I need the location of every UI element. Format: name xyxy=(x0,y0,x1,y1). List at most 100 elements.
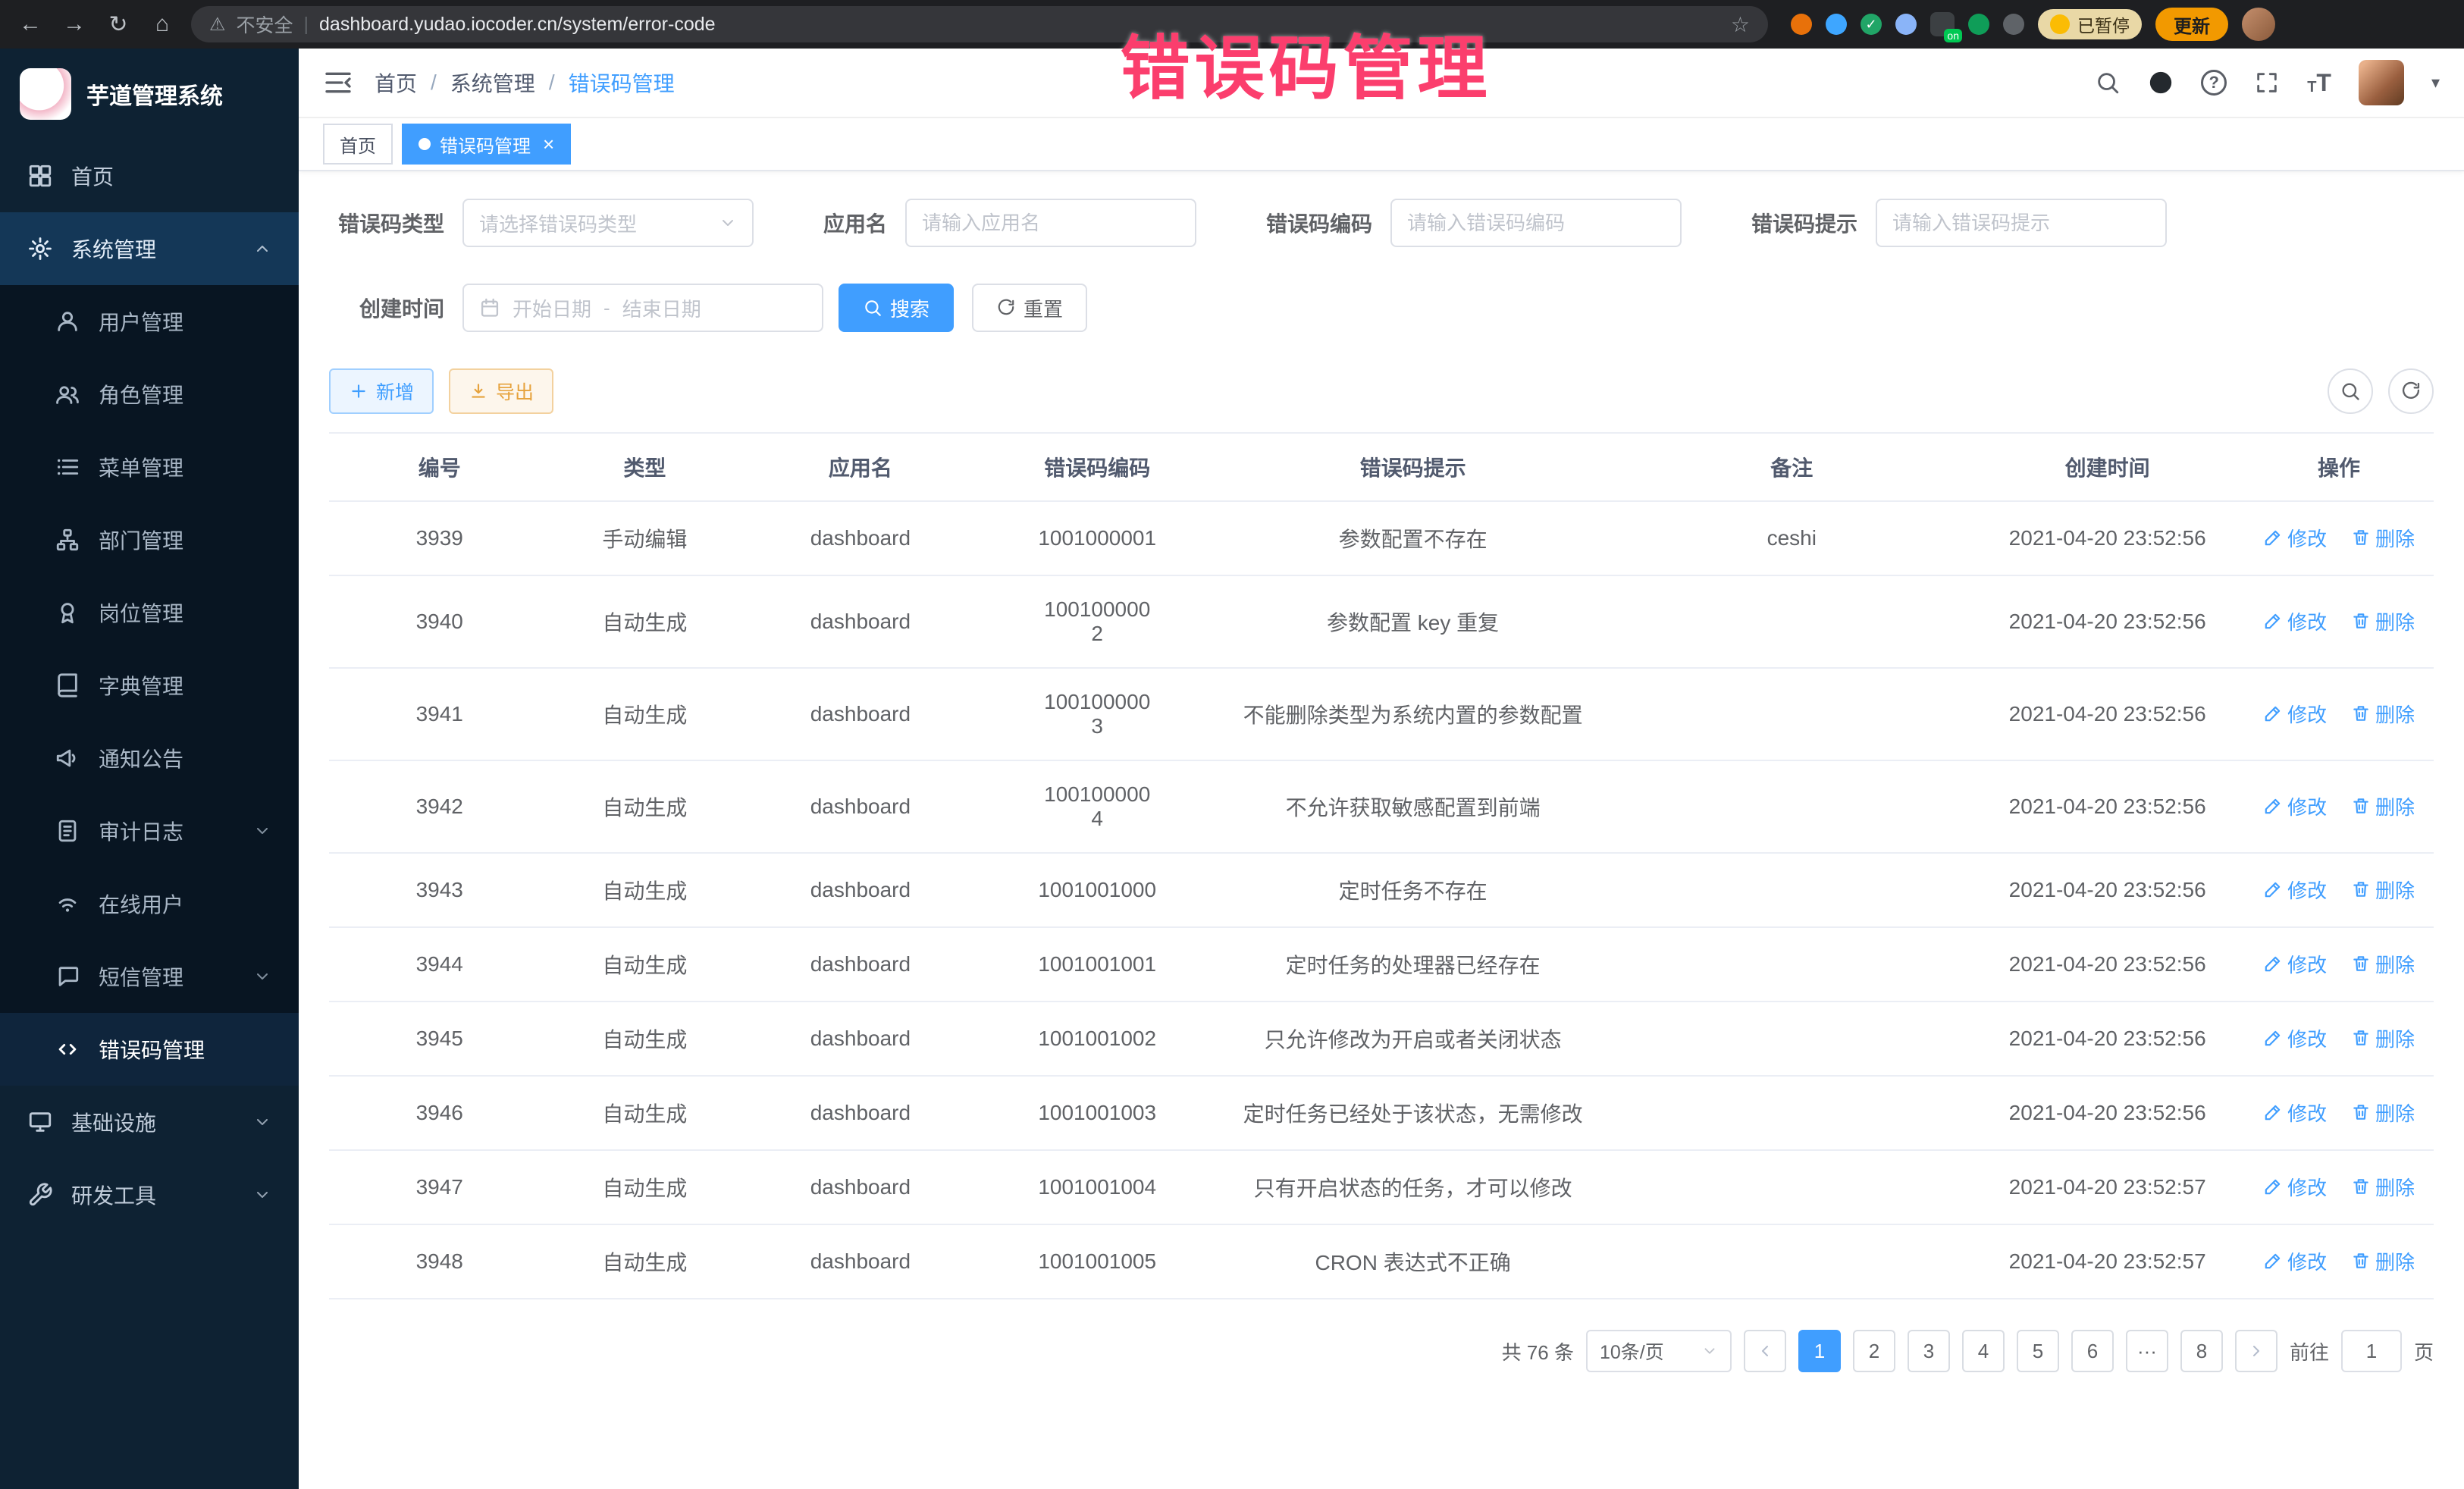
caret-down-icon[interactable]: ▾ xyxy=(2431,73,2440,92)
breadcrumb-system[interactable]: 系统管理 xyxy=(450,67,535,98)
sidebar-item-dict-mgmt[interactable]: 字典管理 xyxy=(0,649,299,722)
edit-link[interactable]: 修改 xyxy=(2263,1024,2327,1052)
browser-forward-icon[interactable]: → xyxy=(59,11,89,37)
github-icon[interactable] xyxy=(2148,70,2174,96)
page-button[interactable]: 6 xyxy=(2071,1330,2114,1372)
filter-create-time: 创建时间 开始日期 - 结束日期 xyxy=(329,284,823,332)
export-button[interactable]: 导出 xyxy=(449,368,553,414)
bookmark-star-icon[interactable]: ☆ xyxy=(1731,12,1750,37)
delete-link[interactable]: 删除 xyxy=(2351,524,2415,552)
breadcrumb-home[interactable]: 首页 xyxy=(375,67,417,98)
search-icon xyxy=(2340,381,2361,402)
app-logo[interactable]: 芋道管理系统 xyxy=(0,49,299,139)
sidebar-item-post-mgmt[interactable]: 岗位管理 xyxy=(0,576,299,649)
delete-link[interactable]: 删除 xyxy=(2351,1173,2415,1201)
delete-link[interactable]: 删除 xyxy=(2351,792,2415,820)
delete-link[interactable]: 删除 xyxy=(2351,1024,2415,1052)
refresh-table-button[interactable] xyxy=(2388,368,2434,414)
sidebar-item-dept-mgmt[interactable]: 部门管理 xyxy=(0,503,299,576)
browser-profile-avatar[interactable] xyxy=(2242,8,2275,41)
user-avatar[interactable] xyxy=(2359,60,2404,105)
sidebar-item-infrastructure[interactable]: 基础设施 xyxy=(0,1086,299,1158)
sidebar-item-dev-tools[interactable]: 研发工具 xyxy=(0,1158,299,1231)
page-button[interactable]: 8 xyxy=(2180,1330,2223,1372)
delete-link[interactable]: 删除 xyxy=(2351,607,2415,635)
prev-page-button[interactable] xyxy=(1744,1330,1786,1372)
sidebar-item-audit-log[interactable]: 审计日志 xyxy=(0,795,299,867)
goto-page-input[interactable] xyxy=(2341,1330,2402,1372)
page-button[interactable]: 2 xyxy=(1853,1330,1895,1372)
sidebar-item-online-users[interactable]: 在线用户 xyxy=(0,867,299,940)
sidebar-item-label: 部门管理 xyxy=(99,525,183,555)
edit-link[interactable]: 修改 xyxy=(2263,1099,2327,1127)
edit-link[interactable]: 修改 xyxy=(2263,792,2327,820)
address-bar[interactable]: ⚠ 不安全 | dashboard.yudao.iocoder.cn/syste… xyxy=(191,6,1768,42)
sidebar-item-sms-mgmt[interactable]: 短信管理 xyxy=(0,940,299,1013)
sidebar-item-notice-mgmt[interactable]: 通知公告 xyxy=(0,722,299,795)
tab-label: 错误码管理 xyxy=(440,131,531,158)
sidebar-item-role-mgmt[interactable]: 角色管理 xyxy=(0,358,299,431)
help-icon[interactable]: ? xyxy=(2201,70,2227,96)
page-size-select[interactable]: 10条/页 xyxy=(1586,1330,1732,1372)
edit-link[interactable]: 修改 xyxy=(2263,1173,2327,1201)
edit-link[interactable]: 修改 xyxy=(2263,950,2327,978)
delete-link[interactable]: 删除 xyxy=(2351,700,2415,728)
error-hint-input[interactable] xyxy=(1876,199,2167,247)
chevron-down-icon xyxy=(253,822,271,840)
error-code-input[interactable] xyxy=(1390,199,1682,247)
page-button[interactable]: 4 xyxy=(1962,1330,2005,1372)
error-type-select[interactable]: 请选择错误码类型 xyxy=(462,199,754,247)
extension-icon[interactable] xyxy=(1895,14,1917,35)
page-button[interactable]: 3 xyxy=(1908,1330,1950,1372)
delete-link[interactable]: 删除 xyxy=(2351,876,2415,904)
extension-icon[interactable] xyxy=(1791,14,1812,35)
extension-icon[interactable]: on xyxy=(1930,12,1955,36)
delete-link[interactable]: 删除 xyxy=(2351,1247,2415,1275)
edit-link[interactable]: 修改 xyxy=(2263,524,2327,552)
fullscreen-icon[interactable] xyxy=(2254,70,2280,96)
edit-link[interactable]: 修改 xyxy=(2263,607,2327,635)
extension-icon[interactable]: ✓ xyxy=(1861,14,1882,35)
app-name-input[interactable] xyxy=(905,199,1196,247)
puzzle-extension-icon[interactable] xyxy=(2003,14,2024,35)
date-range-picker[interactable]: 开始日期 - 结束日期 xyxy=(462,284,823,332)
tab-home[interactable]: 首页 xyxy=(323,124,393,165)
extension-icon[interactable] xyxy=(1968,14,1989,35)
tab-error-code[interactable]: 错误码管理 × xyxy=(402,124,571,165)
page-button[interactable]: 5 xyxy=(2017,1330,2059,1372)
sidebar-item-home[interactable]: 首页 xyxy=(0,139,299,212)
edit-icon xyxy=(2263,954,2283,973)
menu-fold-icon[interactable] xyxy=(323,67,353,98)
edit-link[interactable]: 修改 xyxy=(2263,700,2327,728)
search-icon[interactable] xyxy=(2095,70,2121,96)
search-button[interactable]: 搜索 xyxy=(839,284,954,332)
font-size-icon[interactable]: TT xyxy=(2307,71,2331,95)
trash-icon xyxy=(2351,528,2371,547)
security-label: 不安全 xyxy=(237,11,293,38)
next-page-button[interactable] xyxy=(2235,1330,2277,1372)
edit-link[interactable]: 修改 xyxy=(2263,876,2327,904)
browser-home-icon[interactable]: ⌂ xyxy=(147,11,177,37)
search-icon xyxy=(863,298,882,318)
add-button[interactable]: 新增 xyxy=(329,368,434,414)
toggle-search-button[interactable] xyxy=(2328,368,2373,414)
more-pages-button[interactable]: ··· xyxy=(2126,1330,2168,1372)
edit-link[interactable]: 修改 xyxy=(2263,1247,2327,1275)
sidebar-item-user-mgmt[interactable]: 用户管理 xyxy=(0,285,299,358)
edit-icon xyxy=(2263,1251,2283,1271)
paused-badge[interactable]: 已暂停 xyxy=(2038,9,2142,39)
sidebar-item-system-mgmt[interactable]: 系统管理 xyxy=(0,212,299,285)
delete-link[interactable]: 删除 xyxy=(2351,1099,2415,1127)
reset-button[interactable]: 重置 xyxy=(972,284,1087,332)
browser-reload-icon[interactable]: ↻ xyxy=(103,11,133,38)
delete-link[interactable]: 删除 xyxy=(2351,950,2415,978)
browser-back-icon[interactable]: ← xyxy=(15,11,45,37)
close-tab-icon[interactable]: × xyxy=(543,133,554,156)
sidebar-item-error-code-mgmt[interactable]: 错误码管理 xyxy=(0,1013,299,1086)
filter-app-name: 应用名 xyxy=(823,199,1196,247)
sidebar-item-menu-mgmt[interactable]: 菜单管理 xyxy=(0,431,299,503)
browser-update-button[interactable]: 更新 xyxy=(2155,8,2228,41)
extension-icon[interactable] xyxy=(1826,14,1847,35)
sidebar-item-label: 首页 xyxy=(71,161,114,191)
page-button[interactable]: 1 xyxy=(1798,1330,1841,1372)
